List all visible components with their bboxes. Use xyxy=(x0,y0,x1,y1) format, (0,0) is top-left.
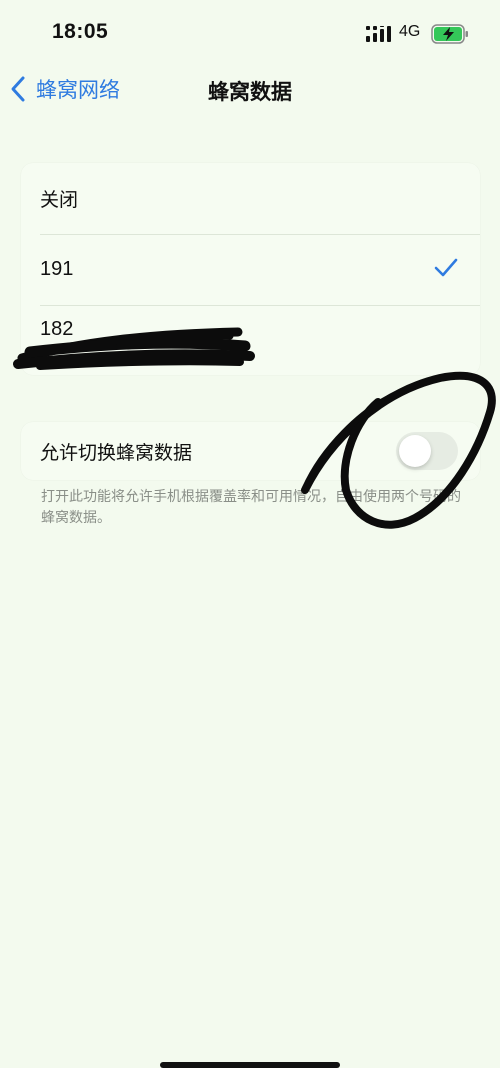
option-row-191[interactable]: 191 xyxy=(21,234,480,305)
home-indicator xyxy=(160,1062,340,1068)
signal-bars-icon xyxy=(366,26,391,42)
toggle-knob xyxy=(399,435,431,467)
navigation-bar: 蜂窝网络 蜂窝数据 xyxy=(0,62,500,116)
option-label-off: 关闭 xyxy=(40,189,79,211)
allow-switch-row: 允许切换蜂窝数据 xyxy=(21,422,480,480)
allow-switch-group: 允许切换蜂窝数据 xyxy=(21,422,480,480)
footnote-text: 打开此功能将允许手机根据覆盖率和可用情况，自由使用两个号码的蜂窝数据。 xyxy=(41,489,461,526)
battery-charging-icon xyxy=(431,24,468,44)
page-title: 蜂窝数据 xyxy=(208,80,292,104)
marker-scribble-overlay xyxy=(13,327,496,529)
cellular-data-options-list: 关闭 191 182 ··· xyxy=(21,163,480,375)
option-label-191: 191 xyxy=(40,258,74,280)
status-time: 18:05 xyxy=(52,20,109,43)
allow-switch-toggle[interactable] xyxy=(396,432,458,470)
allow-switch-label: 允许切换蜂窝数据 xyxy=(40,441,193,464)
status-bar: 18:05 4G xyxy=(0,0,500,60)
option-row-off[interactable]: 关闭 xyxy=(21,163,480,234)
network-type: 4G xyxy=(399,23,421,40)
option-label-182: 182 xyxy=(40,318,74,340)
option-sublabel-182: ··· xyxy=(40,349,52,363)
option-row-182[interactable]: 182 ··· xyxy=(21,305,480,375)
checkmark-icon xyxy=(434,258,458,277)
